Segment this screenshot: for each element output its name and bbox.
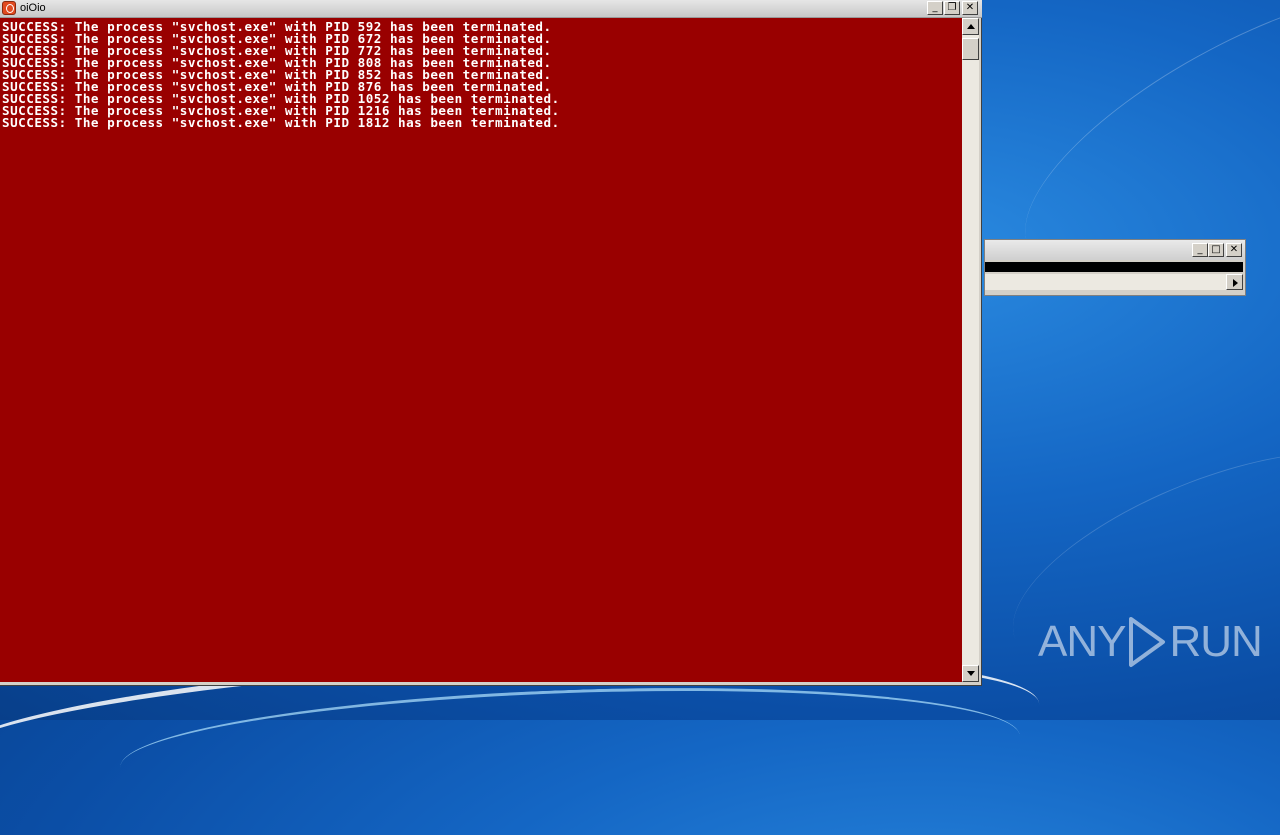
horizontal-scrollbar[interactable] — [985, 274, 1243, 290]
restore-button[interactable]: ❐ — [944, 1, 960, 15]
close-button[interactable]: ✕ — [962, 1, 978, 15]
arrow-down-icon — [967, 671, 975, 676]
scroll-right-button[interactable] — [1226, 274, 1243, 290]
small-maximize-button[interactable]: □ — [1208, 243, 1224, 257]
scroll-thumb[interactable] — [962, 38, 979, 60]
watermark-left-text: ANY — [1038, 617, 1126, 666]
small-close-button[interactable]: ✕ — [1226, 243, 1242, 257]
console-output[interactable]: SUCCESS: The process "svchost.exe" with … — [0, 18, 962, 682]
window-title: oiOio — [20, 2, 46, 14]
console-text: SUCCESS: The process "svchost.exe" with … — [0, 18, 962, 129]
small-minimize-button[interactable]: _ — [1192, 243, 1208, 257]
console-line: SUCCESS: The process "svchost.exe" with … — [2, 115, 560, 130]
scroll-up-button[interactable] — [962, 18, 979, 35]
small-window: _ □ ✕ — [984, 239, 1246, 296]
small-window-titlebar[interactable]: _ □ ✕ — [985, 240, 1245, 260]
small-window-content — [985, 262, 1243, 272]
vertical-scrollbar[interactable] — [962, 18, 979, 682]
anyrun-watermark: ANY RUN — [1038, 612, 1263, 672]
console-window: oiOio _ ❐ ✕ SUCCESS: The process "svchos… — [0, 0, 982, 686]
console-titlebar[interactable]: oiOio _ ❐ ✕ — [0, 0, 982, 18]
watermark-right-text: RUN — [1169, 617, 1262, 666]
arrow-right-icon — [1233, 279, 1238, 287]
scroll-down-button[interactable] — [962, 665, 979, 682]
arrow-up-icon — [967, 24, 975, 29]
app-icon[interactable] — [2, 1, 16, 15]
minimize-button[interactable]: _ — [927, 1, 943, 15]
play-icon — [1127, 615, 1167, 669]
